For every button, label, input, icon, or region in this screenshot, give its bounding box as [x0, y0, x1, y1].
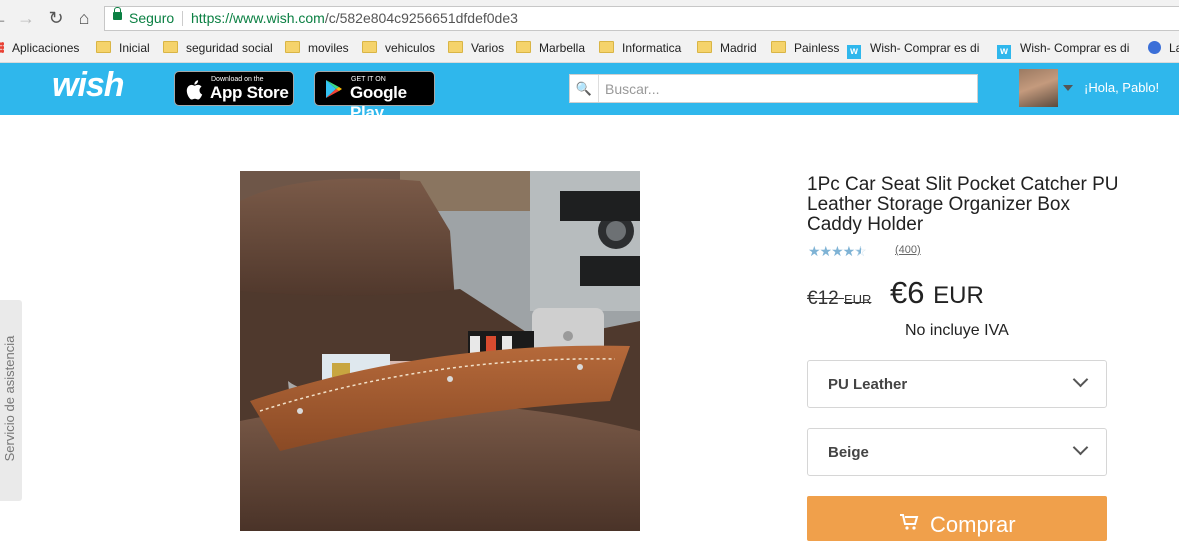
bookmark-madrid[interactable]: Madrid	[697, 37, 757, 62]
help-tab[interactable]: Servicio de asistencia	[0, 300, 22, 501]
material-select[interactable]: PU Leather	[807, 360, 1107, 408]
bookmark-label: Wish- Comprar es di	[1020, 41, 1130, 55]
bookmark-wish-1[interactable]: w Wish- Comprar es di	[847, 37, 979, 62]
color-select[interactable]: Beige	[807, 428, 1107, 476]
chevron-down-icon	[1072, 439, 1089, 456]
bookmark-label: Inicial	[119, 41, 150, 55]
url-path: /c/582e804c9256651dfdef0de3	[324, 10, 518, 26]
folder-icon	[96, 41, 111, 53]
folder-icon	[448, 41, 463, 53]
material-select-value: PU Leather	[828, 376, 908, 393]
apple-icon	[185, 79, 203, 104]
bookmark-seguridad-social[interactable]: seguridad social	[163, 37, 273, 62]
google-play-icon	[325, 79, 343, 103]
buy-button-label: Comprar	[930, 512, 1016, 537]
url-text[interactable]: https://www.wish.com/c/582e804c9256651df…	[191, 7, 518, 30]
bookmark-vehiculos[interactable]: vehiculos	[362, 37, 435, 62]
caret-down-icon[interactable]	[1063, 85, 1073, 91]
bookmark-label: Marbella	[539, 41, 586, 55]
bookmark-label: Informatica	[622, 41, 682, 55]
google-play-badge[interactable]: GET IT ON Google Play	[314, 71, 435, 122]
search-input[interactable]	[603, 78, 967, 100]
bookmark-wish-2[interactable]: w Wish- Comprar es di	[997, 37, 1129, 62]
reload-icon[interactable]: ↻	[45, 7, 67, 29]
product-image[interactable]	[240, 171, 640, 531]
bookmark-marbella[interactable]: Marbella	[516, 37, 585, 62]
bookmarks-bar: Aplicaciones Inicial seguridad social mo…	[0, 37, 1179, 63]
bookmark-painless[interactable]: Painless	[771, 37, 839, 62]
bookmark-la[interactable]: La	[1148, 37, 1179, 62]
original-price-currency: EUR	[843, 292, 872, 307]
browser-toolbar: ← → ↻ ⌂ Seguro https://www.wish.com/c/58…	[0, 0, 1179, 37]
lock-icon	[113, 7, 122, 20]
back-arrow-icon[interactable]: ←	[0, 7, 10, 29]
bookmark-label: vehiculos	[385, 41, 436, 55]
bookmark-label: La	[1169, 41, 1179, 55]
folder-icon	[362, 41, 377, 53]
greeting[interactable]: ¡Hola, Pablo!	[1084, 80, 1159, 95]
cart-icon	[899, 514, 919, 536]
wish-favicon-icon: w	[847, 45, 861, 59]
app-store-badge[interactable]: Download on the App Store	[174, 71, 294, 106]
search-box: 🔍	[569, 74, 978, 103]
google-play-small: GET IT ON	[351, 76, 386, 83]
bookmark-inicial[interactable]: Inicial	[96, 37, 150, 62]
avatar[interactable]	[1019, 69, 1058, 107]
search-icon[interactable]: 🔍	[570, 75, 599, 102]
bookmark-label: Varios	[471, 41, 505, 55]
forward-arrow-icon[interactable]: →	[15, 7, 37, 29]
original-price: €12 EUR	[807, 288, 871, 310]
address-separator	[182, 11, 183, 26]
buy-button[interactable]: Comprar	[807, 496, 1107, 541]
help-tab-label: Servicio de asistencia	[2, 335, 17, 462]
app-store-small: Download on the	[211, 76, 264, 83]
bookmark-informatica[interactable]: Informatica	[599, 37, 681, 62]
bookmark-varios[interactable]: Varios	[448, 37, 504, 62]
bookmark-moviles[interactable]: moviles	[285, 37, 349, 62]
bookmark-label: Painless	[794, 41, 840, 55]
tax-note: No incluye IVA	[905, 322, 1009, 339]
folder-icon	[285, 41, 300, 53]
bookmark-label: Madrid	[720, 41, 757, 55]
url-host: https://www.wish.com	[191, 10, 325, 26]
product-title: 1Pc Car Seat Slit Pocket Catcher PU Leat…	[807, 174, 1119, 235]
bookmark-label: Aplicaciones	[12, 41, 80, 55]
google-play-big: Google Play	[350, 83, 407, 122]
bookmark-apps[interactable]: Aplicaciones	[0, 37, 79, 62]
wish-logo[interactable]: wish	[52, 66, 125, 105]
bookmark-label: seguridad social	[186, 41, 273, 55]
site-header: wish Download on the App Store GET IT ON…	[0, 63, 1179, 122]
folder-icon	[599, 41, 614, 53]
rating-stars-icon[interactable]: ★★★★★☆	[808, 243, 867, 260]
bookmark-label: Wish- Comprar es di	[870, 41, 980, 55]
bookmark-label: moviles	[308, 41, 349, 55]
folder-icon	[697, 41, 712, 53]
globe-icon	[1148, 41, 1161, 54]
current-price-currency: EUR	[933, 282, 984, 309]
original-price-value: €12	[807, 288, 839, 309]
wish-favicon-icon: w	[997, 45, 1011, 59]
current-price: €6 EUR	[890, 275, 984, 311]
color-select-value: Beige	[828, 444, 869, 461]
folder-icon	[771, 41, 786, 53]
review-count[interactable]: (400)	[895, 244, 921, 256]
app-store-big: App Store	[210, 83, 289, 102]
current-price-value: €6	[890, 275, 925, 310]
folder-icon	[516, 41, 531, 53]
address-bar[interactable]: Seguro https://www.wish.com/c/582e804c92…	[104, 6, 1179, 31]
home-icon[interactable]: ⌂	[73, 7, 95, 29]
folder-icon	[163, 41, 178, 53]
apps-grid-icon	[0, 42, 4, 53]
chevron-down-icon	[1072, 371, 1089, 388]
secure-label: Seguro	[129, 10, 175, 26]
